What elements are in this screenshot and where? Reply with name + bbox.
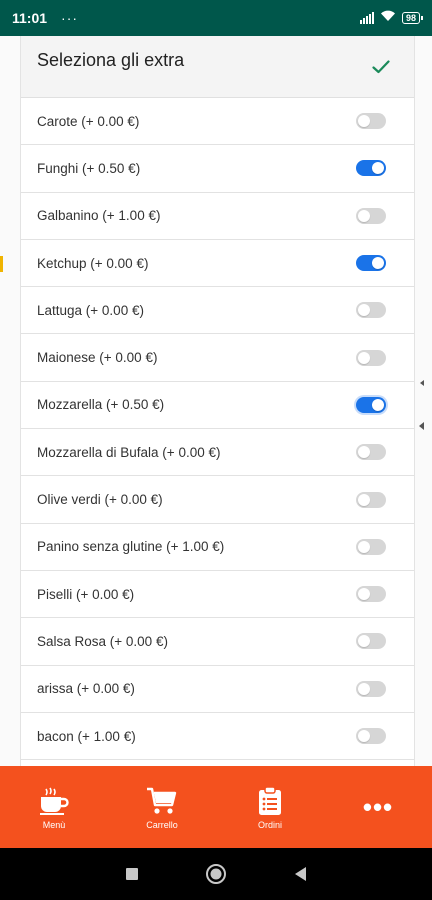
background-marker <box>0 256 3 272</box>
wifi-icon <box>380 9 396 27</box>
extra-toggle[interactable] <box>356 160 386 177</box>
coffee-cup-icon <box>38 784 70 818</box>
extra-label: Ketchup (+ 0.00 €) <box>37 255 149 271</box>
clipboard-icon <box>257 784 283 818</box>
nav-item-menu[interactable]: Menù <box>0 766 108 848</box>
background-marker <box>419 422 424 430</box>
extra-toggle[interactable] <box>356 396 386 413</box>
extra-item[interactable]: Mozzarella di Bufala (+ 0.00 €) <box>21 429 414 477</box>
extra-toggle[interactable] <box>356 349 386 366</box>
extra-label: Lattuga (+ 0.00 €) <box>37 302 144 318</box>
extra-label: Salsa Rosa (+ 0.00 €) <box>37 633 168 649</box>
more-icon: ••• <box>362 792 394 822</box>
toggle-knob <box>372 257 384 270</box>
extra-item[interactable]: Funghi (+ 0.50 €) <box>21 145 414 193</box>
toggle-knob <box>358 588 370 601</box>
extra-toggle[interactable] <box>356 728 386 744</box>
extra-item[interactable]: Salsa Rosa (+ 0.00 €) <box>21 618 414 666</box>
extra-label: Piselli (+ 0.00 €) <box>37 586 135 602</box>
extra-item[interactable]: Carote (+ 0.00 €) <box>21 98 414 146</box>
extra-label: Galbanino (+ 1.00 €) <box>37 208 161 224</box>
extra-toggle[interactable] <box>356 113 386 130</box>
toggle-knob <box>358 493 370 506</box>
nav-label-menu: Menù <box>42 820 66 830</box>
extra-toggle[interactable] <box>356 633 386 650</box>
extra-toggle[interactable] <box>356 680 386 697</box>
extra-item[interactable]: Maionese (+ 0.00 €) <box>21 334 414 382</box>
extra-item[interactable]: Galbanino (+ 1.00 €) <box>21 193 414 240</box>
extra-item[interactable]: Piselli (+ 0.00 €) <box>21 571 414 619</box>
back-button[interactable] <box>282 856 318 892</box>
toggle-knob <box>358 730 370 742</box>
extra-toggle[interactable] <box>356 491 386 508</box>
status-notification-dots: ··· <box>61 10 79 26</box>
nav-label-orders: Ordini <box>257 820 282 830</box>
extra-toggle[interactable] <box>356 586 386 603</box>
battery-icon: 98 <box>401 12 424 24</box>
status-time: 11:01 <box>12 10 48 26</box>
toggle-knob <box>358 446 370 459</box>
toggle-knob <box>358 635 370 648</box>
check-icon <box>372 59 390 73</box>
confirm-button[interactable] <box>364 50 398 84</box>
toggle-knob <box>358 209 370 222</box>
dialog-title: Seleziona gli extra <box>37 50 185 70</box>
bottom-navigation: Menù Carrello Ordini ••• <box>0 766 432 848</box>
extra-label: Maionese (+ 0.00 €) <box>37 350 158 366</box>
extra-item[interactable]: Lattuga (+ 0.00 €) <box>21 287 414 335</box>
cart-icon <box>146 784 178 818</box>
toggle-knob <box>358 540 370 553</box>
extra-item[interactable]: Mozzarella (+ 0.50 €) <box>21 382 414 430</box>
extra-label: Mozzarella di Bufala (+ 0.00 €) <box>37 444 221 460</box>
extra-item[interactable]: Ketchup (+ 0.00 €) <box>21 240 414 288</box>
nav-item-more[interactable]: ••• <box>324 766 432 848</box>
extras-dialog: Seleziona gli extra Carote (+ 0.00 €) Fun… <box>20 36 415 766</box>
nav-label-cart: Carrello <box>146 820 178 830</box>
extra-item[interactable]: Panino senza glutine (+ 1.00 €) <box>21 524 414 571</box>
nav-item-orders[interactable]: Ordini <box>216 766 324 848</box>
toggle-knob <box>358 304 370 317</box>
toggle-knob <box>372 162 384 175</box>
back-triangle-icon <box>295 867 306 881</box>
recent-apps-button[interactable] <box>114 856 150 892</box>
toggle-knob <box>358 115 370 128</box>
extra-label: Olive verdi (+ 0.00 €) <box>37 492 163 508</box>
home-circle-icon <box>206 864 226 884</box>
toggle-knob <box>358 682 370 695</box>
extra-item[interactable]: arissa (+ 0.00 €) <box>21 666 414 713</box>
dialog-header: Seleziona gli extra <box>21 36 414 98</box>
extra-toggle[interactable] <box>356 255 386 272</box>
status-bar: 11:01 ··· 98 <box>0 0 432 36</box>
extra-label: bacon (+ 1.00 €) <box>37 728 136 744</box>
extra-item[interactable]: bacon (+ 1.00 €) <box>21 713 414 761</box>
square-icon <box>126 868 138 880</box>
extra-label: Panino senza glutine (+ 1.00 €) <box>37 539 225 555</box>
extra-toggle[interactable] <box>356 302 386 319</box>
extra-toggle[interactable] <box>356 444 386 461</box>
extra-toggle[interactable] <box>356 538 386 555</box>
extra-item[interactable]: Olive verdi (+ 0.00 €) <box>21 476 414 524</box>
toggle-knob <box>358 351 370 364</box>
extra-toggle[interactable] <box>356 207 386 224</box>
extra-label: Mozzarella (+ 0.50 €) <box>37 397 165 413</box>
extra-label: Carote (+ 0.00 €) <box>37 113 140 129</box>
extra-label: Funghi (+ 0.50 €) <box>37 160 141 176</box>
signal-icon <box>359 12 374 24</box>
extras-list: Carote (+ 0.00 €) Funghi (+ 0.50 €) Galban… <box>21 98 414 761</box>
background-marker <box>420 380 424 386</box>
status-icons: 98 <box>359 9 424 27</box>
toggle-knob <box>372 398 384 411</box>
system-navigation-bar <box>0 848 432 900</box>
nav-item-cart[interactable]: Carrello <box>108 766 216 848</box>
home-button[interactable] <box>198 856 234 892</box>
extra-label: arissa (+ 0.00 €) <box>37 681 135 697</box>
